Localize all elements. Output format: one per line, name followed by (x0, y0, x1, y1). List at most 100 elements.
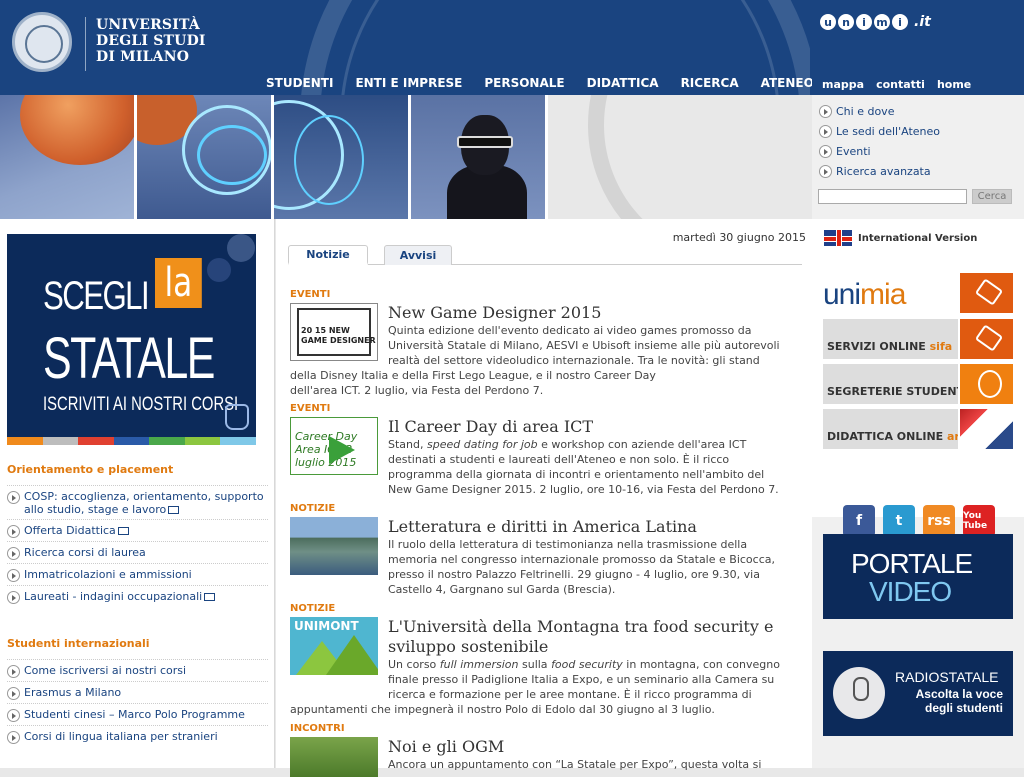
utility-nav: mappa contatti home (812, 74, 1024, 95)
rss-icon[interactable]: rss (923, 505, 955, 537)
unimi-letter-i: i (856, 14, 872, 30)
link-contatti[interactable]: contatti (876, 78, 925, 91)
international-version-link[interactable]: International Version (812, 219, 1024, 257)
list-item-come-iscriversi[interactable]: Come iscriversi ai nostri corsi (7, 659, 268, 681)
quick-link-chi-e-dove[interactable]: Chi e dove (819, 104, 1024, 118)
uk-flag-icon (824, 230, 852, 246)
news-tabs: Notizie Avvisi (288, 245, 802, 265)
nav-personale[interactable]: PERSONALE (473, 76, 575, 90)
news-description-line: presso il nostro Palazzo Feltrinelli. 29… (388, 568, 760, 581)
radiostatale-banner[interactable]: RADIOSTATALE Ascolta la voce degli studen… (823, 651, 1013, 736)
color-strip-segment (7, 437, 43, 445)
news-thumbnail[interactable] (290, 737, 378, 777)
list-item-erasmus[interactable]: Erasmus a Milano (7, 681, 268, 703)
unimia-button[interactable]: unimia (823, 273, 1013, 313)
news-description-line: della Disney Italia e della First Lego L… (290, 369, 656, 382)
news-item: NOTIZIE Letteratura e diritti in America… (290, 503, 800, 597)
news-thumbnail[interactable] (290, 517, 378, 575)
arrow-icon (819, 164, 832, 178)
color-strip-segment (78, 437, 114, 445)
list-item-immatricolazioni[interactable]: Immatricolazioni e ammissioni (7, 563, 268, 585)
unimi-letter-m: m (874, 14, 890, 30)
news-description-line: Un corso full immersion sulla food secur… (388, 658, 780, 671)
scegli-la-statale-banner[interactable]: SCEGLI la STATALE ISCRIVITI AI NOSTRI CO… (7, 234, 256, 437)
unimi-letter-u: u (820, 14, 836, 30)
news-title[interactable]: Noi e gli OGM (388, 737, 800, 757)
video-text: VIDEO (869, 576, 952, 607)
banner-image-1[interactable] (0, 95, 134, 219)
ariel-button[interactable]: DIDATTICA ONLINE ariel (823, 409, 1013, 449)
list-item-marco-polo[interactable]: Studenti cinesi – Marco Polo Programme (7, 703, 268, 725)
news-description-line: Università Statale di Milano, AESVI e Ub… (388, 339, 780, 352)
news-title[interactable]: L'Università della Montagna tra food sec… (388, 617, 800, 637)
youtube-icon[interactable]: You Tube (963, 505, 995, 537)
banner-image-3[interactable] (274, 95, 408, 219)
quick-link-ricerca-avanzata[interactable]: Ricerca avanzata (819, 164, 1024, 178)
news-description-line: Quinta edizione dell'evento dedicato ai … (388, 324, 752, 337)
list-item-cosp[interactable]: COSP: accoglienza, orientamento, support… (7, 485, 268, 519)
link-home[interactable]: home (937, 78, 971, 91)
logo-line-2: DEGLI STUDI (96, 33, 206, 49)
main-nav: STUDENTI ENTI E IMPRESE PERSONALE DIDATT… (255, 76, 825, 90)
nav-didattica[interactable]: DIDATTICA (576, 76, 670, 90)
twitter-icon[interactable]: t (883, 505, 915, 537)
arrow-icon (7, 591, 20, 604)
news-title[interactable]: Letteratura e diritti in America Latina (388, 517, 800, 537)
news-description-line: New Game Designer 2015. 2 luglio, ore 10… (388, 483, 779, 496)
quick-link-eventi[interactable]: Eventi (819, 144, 1024, 158)
color-strip-segment (220, 437, 257, 445)
radio-subtitle: Ascolta la voce degli studenti (915, 687, 1003, 715)
promo-line-2: STATALE (43, 326, 215, 391)
social-links: f t rss You Tube (843, 505, 1003, 537)
tab-notizie[interactable]: Notizie (288, 245, 368, 265)
arrow-icon (7, 687, 20, 700)
unimi-it-logo[interactable]: u n i m i .it (812, 0, 1024, 74)
link-mappa[interactable]: mappa (822, 78, 864, 91)
external-link-icon (117, 527, 129, 535)
arrow-icon (7, 525, 20, 538)
news-item: EVENTI Career Day Area ICT 2 luglio 2015… (290, 403, 800, 497)
arrow-icon (7, 569, 20, 582)
university-seal-logo[interactable] (12, 12, 72, 72)
list-item-offerta-didattica[interactable]: Offerta Didattica (7, 519, 268, 541)
mouse-icon (958, 273, 1013, 313)
sifa-button[interactable]: SERVIZI ONLINE sifa (823, 319, 1013, 359)
university-name-logo[interactable]: UNIVERSITÀ DEGLI STUDI DI MILANO (96, 17, 206, 65)
segreterie-studenti-button[interactable]: SEGRETERIE STUDENTI (823, 364, 1013, 404)
quick-link-sedi[interactable]: Le sedi dell'Ateneo (819, 124, 1024, 138)
online-services: unimia SERVIZI ONLINE sifa SEGRETERIE ST… (812, 257, 1024, 537)
ariel-logo-icon (958, 409, 1013, 449)
news-title[interactable]: New Game Designer 2015 (388, 303, 800, 323)
search-button[interactable]: Cerca (972, 189, 1012, 204)
news-thumbnail[interactable]: 20 15 NEW GAME DESIGNER (290, 303, 378, 361)
arrow-icon (7, 547, 20, 560)
list-item-lingua-italiana[interactable]: Corsi di lingua italiana per stranieri (7, 725, 268, 747)
color-strip-segment (42, 437, 79, 445)
tab-avvisi[interactable]: Avvisi (384, 245, 452, 265)
search-input[interactable] (818, 189, 967, 204)
news-category: INCONTRI (290, 723, 345, 734)
external-link-icon (204, 593, 216, 601)
portale-video-banner[interactable]: PORTALE VIDEO (823, 534, 1013, 619)
color-strip-segment (184, 437, 221, 445)
news-description-line: memoria nel congresso internazionale pro… (388, 553, 775, 566)
nav-enti-e-imprese[interactable]: ENTI E IMPRESE (344, 76, 473, 90)
banner-image-2[interactable] (137, 95, 271, 219)
nav-studenti[interactable]: STUDENTI (255, 76, 344, 90)
news-title-line-2[interactable]: sviluppo sostenibile (388, 637, 800, 657)
microphone-icon (833, 667, 885, 719)
nav-ricerca[interactable]: RICERCA (670, 76, 750, 90)
news-title[interactable]: Il Career Day di area ICT (388, 417, 800, 437)
main-content: martedì 30 giugno 2015 Notizie Avvisi EV… (276, 219, 812, 777)
banner-image-4[interactable] (411, 95, 545, 219)
unimi-letter-n: n (838, 14, 854, 30)
facebook-icon[interactable]: f (843, 505, 875, 537)
news-description-line: Castello 4, Gargnano sul Garda (Brescia)… (388, 583, 616, 596)
news-thumbnail[interactable]: UNIMONT (290, 617, 378, 675)
list-item-ricerca-corsi[interactable]: Ricerca corsi di laurea (7, 541, 268, 563)
news-thumbnail[interactable]: Career Day Area ICT 2 luglio 2015 (290, 417, 378, 475)
orientamento-list: COSP: accoglienza, orientamento, support… (7, 485, 268, 607)
arrow-icon (7, 491, 20, 504)
list-item-laureati[interactable]: Laureati - indagini occupazionali (7, 585, 268, 607)
news-category: EVENTI (290, 289, 331, 300)
